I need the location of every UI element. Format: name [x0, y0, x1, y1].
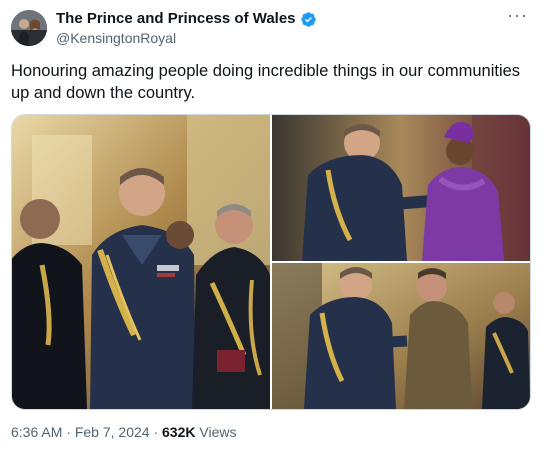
tweet-text: Honouring amazing people doing incredibl…: [11, 62, 521, 102]
avatar[interactable]: [11, 10, 47, 46]
media-grid: [11, 114, 531, 410]
tweet-time[interactable]: 6:36 AM: [11, 424, 62, 440]
tweet: The Prince and Princess of Wales @Kensin…: [0, 0, 540, 454]
media-photo-3[interactable]: [272, 263, 530, 409]
more-horizontal-icon[interactable]: ···: [507, 6, 528, 24]
display-name[interactable]: The Prince and Princess of Wales: [56, 10, 296, 28]
author-name-row[interactable]: The Prince and Princess of Wales: [56, 10, 317, 28]
media-photo-1[interactable]: [12, 115, 270, 409]
meta-separator-2: ·: [153, 424, 159, 440]
avatar-photo: [11, 10, 47, 46]
photo-1-image: [12, 115, 270, 409]
photo-3-image: [272, 263, 530, 409]
views-label: Views: [199, 424, 237, 440]
views-count: 632K: [162, 424, 196, 440]
handle[interactable]: @KensingtonRoyal: [56, 30, 176, 47]
tweet-meta: 6:36 AM · Feb 7, 2024 · 632K Views: [11, 423, 236, 441]
media-photo-2[interactable]: [272, 115, 530, 261]
tweet-date[interactable]: Feb 7, 2024: [75, 424, 150, 440]
photo-2-image: [272, 115, 530, 261]
meta-separator: ·: [66, 424, 71, 440]
verified-badge-icon: [300, 11, 316, 27]
